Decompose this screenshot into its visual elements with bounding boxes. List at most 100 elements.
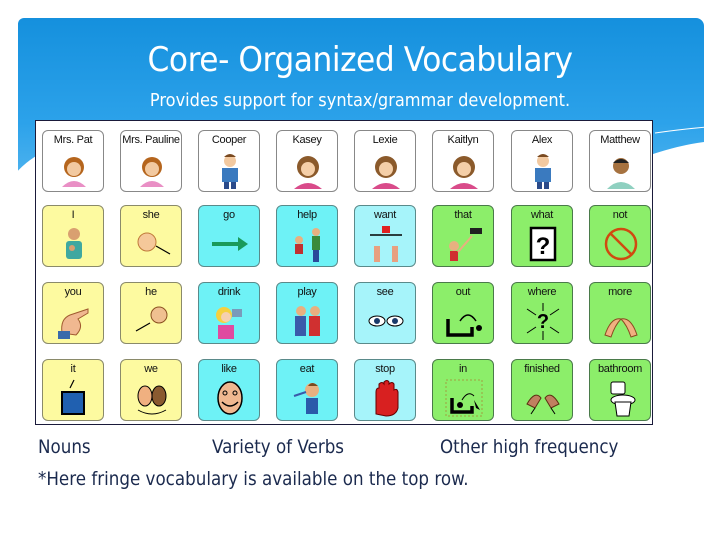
- point-finger-icon: [58, 308, 89, 339]
- vocab-label: she: [142, 209, 160, 221]
- vocab-button-cooper[interactable]: Cooper: [198, 130, 260, 192]
- vocab-button-like[interactable]: like: [198, 359, 260, 421]
- vocab-label: help: [297, 209, 317, 221]
- vocab-button-eat[interactable]: eat: [276, 359, 338, 421]
- vocab-label: what: [530, 209, 554, 221]
- stop-hand-icon: [375, 380, 399, 417]
- vocab-button-want[interactable]: want: [354, 205, 416, 267]
- vocab-button-kaitlyn[interactable]: Kaitlyn: [432, 130, 494, 192]
- vocab-label: bathroom: [597, 363, 643, 375]
- finished-hands-icon: [526, 394, 560, 415]
- boy-person-icon: [222, 154, 238, 189]
- vocab-label: it: [70, 363, 76, 375]
- vocab-button-go[interactable]: go: [198, 205, 260, 267]
- self-point-icon: [66, 228, 82, 259]
- vocab-button-out[interactable]: out: [432, 282, 494, 344]
- vocab-label: in: [459, 363, 467, 375]
- vocab-button-he[interactable]: he: [120, 282, 182, 344]
- vocab-label: we: [144, 363, 158, 375]
- smile-face-icon: [217, 381, 243, 415]
- vocab-label: drink: [217, 286, 241, 298]
- point-that-icon: [449, 228, 482, 261]
- caption-verbs: Variety of Verbs: [212, 436, 345, 458]
- vocab-label: go: [223, 209, 235, 221]
- vocab-label: out: [455, 286, 471, 298]
- vocab-label: want: [373, 209, 397, 221]
- vocab-label: Alex: [531, 134, 553, 146]
- vocab-label: Kaitlyn: [447, 134, 479, 146]
- vocab-label: that: [454, 209, 472, 221]
- in-arrow-icon: [445, 379, 483, 417]
- vocab-button-mrs-pauline[interactable]: Mrs. Pauline: [120, 130, 182, 192]
- vocab-label: Mrs. Pauline: [122, 134, 180, 146]
- caption-other: Other high frequency: [440, 436, 619, 458]
- eat-icon: [293, 383, 319, 414]
- toilet-icon: [610, 381, 636, 417]
- caption-nouns: Nouns: [38, 436, 91, 458]
- vocab-button-you[interactable]: you: [42, 282, 104, 344]
- vocab-button-in[interactable]: in: [432, 359, 494, 421]
- vocab-label: stop: [375, 363, 395, 375]
- vocab-label: Kasey: [292, 134, 322, 146]
- play-people-icon: [295, 306, 320, 336]
- svg-text:?: ?: [536, 233, 551, 260]
- vocab-label: more: [608, 286, 632, 298]
- where-arrows-icon: ?: [526, 303, 560, 340]
- vocab-button-we[interactable]: we: [120, 359, 182, 421]
- vocab-button-where[interactable]: where?: [511, 282, 573, 344]
- boy-person-icon: [535, 154, 551, 189]
- vocab-label: Cooper: [211, 134, 247, 146]
- blue-square-icon: [61, 379, 85, 415]
- vocab-button-alex[interactable]: Alex: [511, 130, 573, 192]
- vocab-button-mrs-pat[interactable]: Mrs. Pat: [42, 130, 104, 192]
- vocab-button-that[interactable]: that: [432, 205, 494, 267]
- vocab-button-lexie[interactable]: Lexie: [354, 130, 416, 192]
- no-sign-icon: [604, 227, 638, 261]
- caption-note: *Here fringe vocabulary is available on …: [38, 468, 469, 490]
- eyes-icon: [368, 315, 404, 327]
- vocab-button-it[interactable]: it: [42, 359, 104, 421]
- question-box-icon: ?: [529, 226, 557, 262]
- vocab-button-not[interactable]: not: [589, 205, 651, 267]
- vocab-label: play: [297, 286, 317, 298]
- vocab-button-kasey[interactable]: Kasey: [276, 130, 338, 192]
- vocab-label: finished: [524, 363, 560, 375]
- vocab-label: not: [612, 209, 628, 221]
- arrow-right-icon: [212, 237, 248, 251]
- vocab-label: see: [376, 286, 394, 298]
- vocab-button-she[interactable]: she: [120, 205, 182, 267]
- man-face-icon: [607, 158, 635, 189]
- woman-face-icon: [62, 157, 86, 187]
- slide-subtitle: Provides support for syntax/grammar deve…: [149, 90, 571, 111]
- girl-face-icon: [450, 156, 478, 189]
- vocab-button-drink[interactable]: drink: [198, 282, 260, 344]
- vocab-button-more[interactable]: more: [589, 282, 651, 344]
- vocab-label: Mrs. Pat: [53, 134, 93, 146]
- want-hands-icon: [370, 226, 402, 262]
- woman-face-icon: [140, 157, 164, 187]
- vocab-label: eat: [299, 363, 315, 375]
- vocab-label: Lexie: [372, 134, 398, 146]
- svg-text:?: ?: [537, 311, 549, 333]
- vocab-label: Matthew: [600, 134, 640, 146]
- drink-icon: [216, 307, 242, 339]
- vocab-button-stop[interactable]: stop: [354, 359, 416, 421]
- vocab-button-what[interactable]: what?: [511, 205, 573, 267]
- vocab-label: where: [527, 286, 557, 298]
- vocab-button-matthew[interactable]: Matthew: [589, 130, 651, 192]
- vocab-button-i[interactable]: I: [42, 205, 104, 267]
- two-faces-icon: [137, 385, 167, 415]
- vocab-button-help[interactable]: help: [276, 205, 338, 267]
- vocab-button-play[interactable]: play: [276, 282, 338, 344]
- out-arrow-icon: [446, 314, 482, 337]
- girl-face-icon: [372, 156, 400, 189]
- girl-face-icon: [294, 156, 322, 189]
- vocab-button-finished[interactable]: finished: [511, 359, 573, 421]
- help-people-icon: [295, 228, 320, 262]
- vocab-label: I: [71, 209, 75, 221]
- she-point-icon: [137, 232, 171, 255]
- vocab-button-see[interactable]: see: [354, 282, 416, 344]
- vocab-label: he: [145, 286, 157, 298]
- vocab-button-bathroom[interactable]: bathroom: [589, 359, 651, 421]
- vocab-label: like: [221, 363, 237, 375]
